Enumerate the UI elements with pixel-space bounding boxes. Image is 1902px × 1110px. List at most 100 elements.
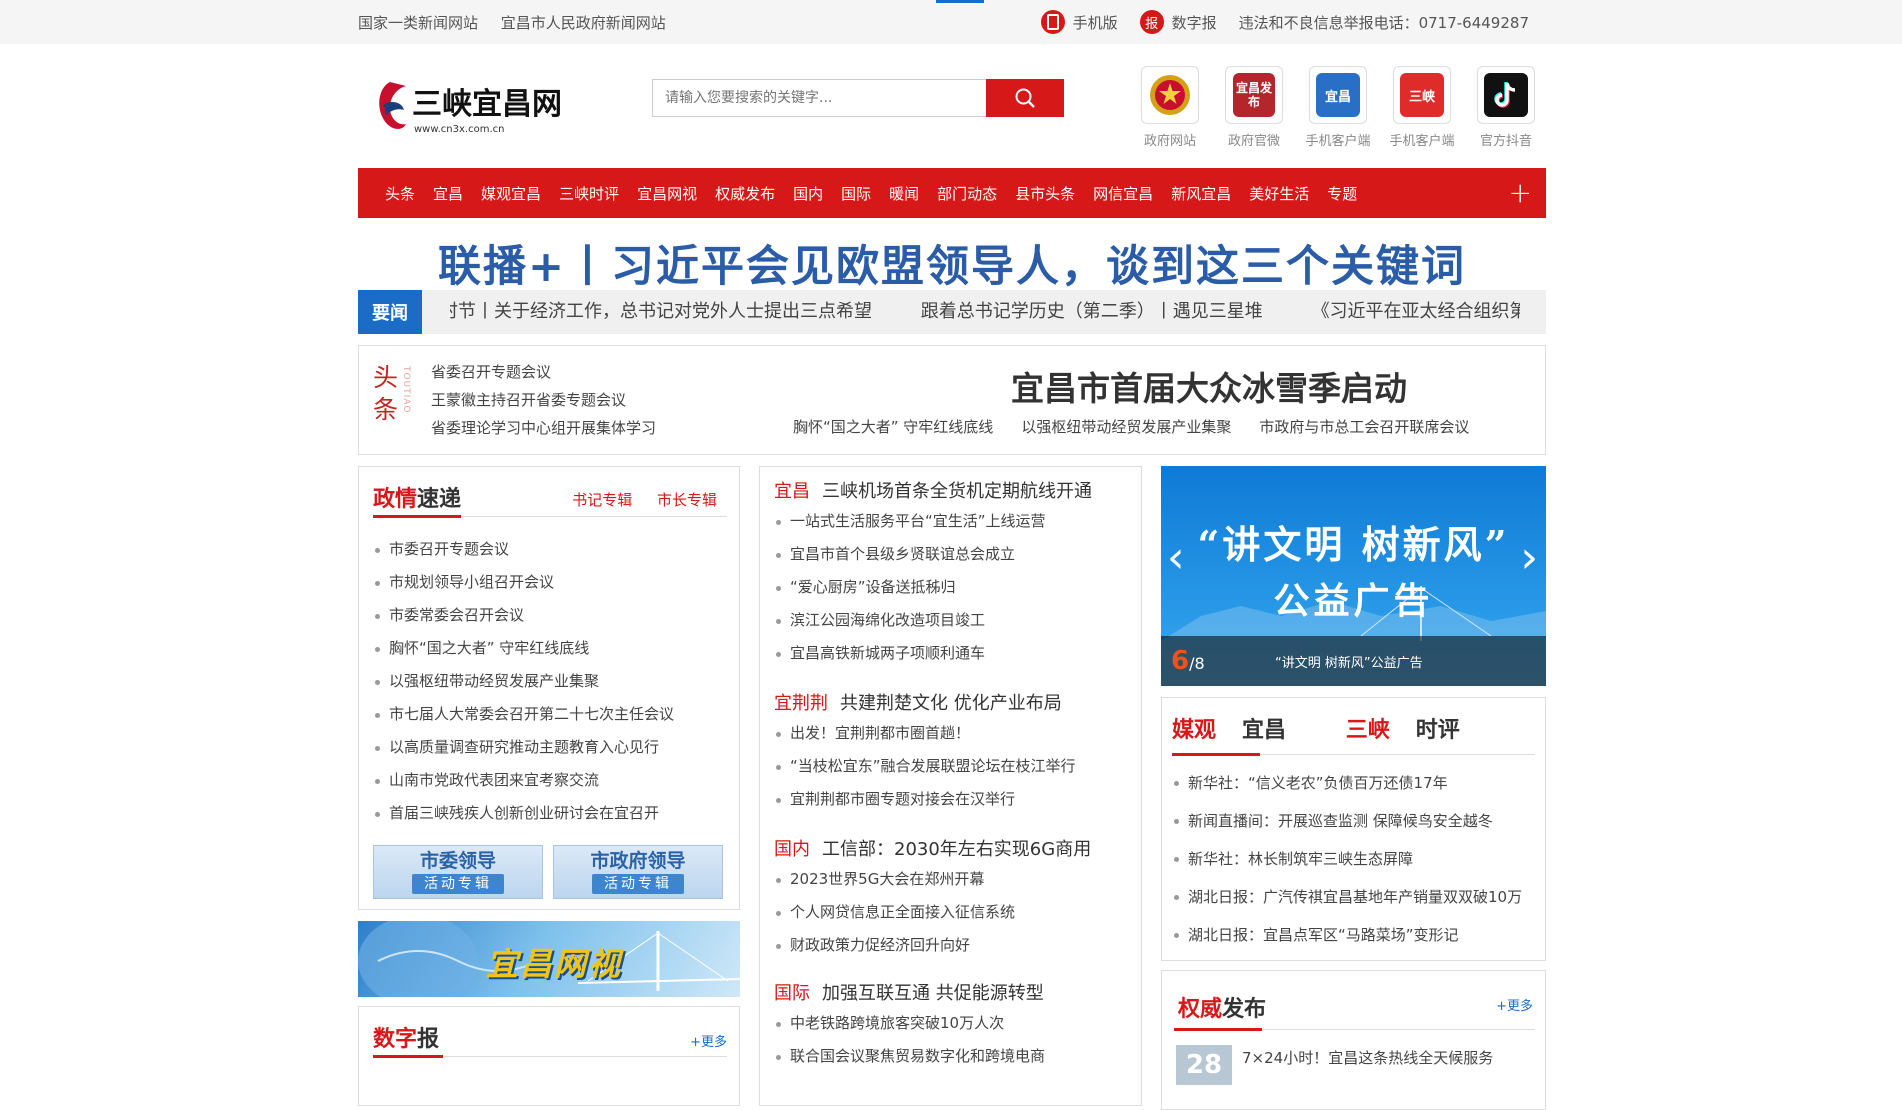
- nav-item-wangshi[interactable]: 宜昌网视: [637, 183, 697, 204]
- toutiao-list-item[interactable]: 王蒙徽主持召开省委专题会议: [431, 386, 656, 414]
- news-group-guonei: 国内 工信部：2030年左右实现6G商用 2023世界5G大会在郑州开幕 个人网贷…: [774, 837, 1128, 962]
- list-item[interactable]: 2023世界5G大会在郑州开幕: [774, 863, 1128, 896]
- list-item[interactable]: 山南市党政代表团来宜考察交流: [373, 764, 727, 797]
- leader-banner-sub: 活动专辑: [412, 874, 504, 894]
- sanxia-app-icon: 三峡: [1400, 73, 1444, 117]
- top-link-government[interactable]: 宜昌市人民政府新闻网站: [501, 14, 666, 32]
- ticker-track: 时节丨关于经济工作，总书记对党外人士提出三点希望 跟着总书记学历史（第二季）丨遇…: [450, 290, 1520, 334]
- quanwei-title[interactable]: 权威发布: [1178, 991, 1266, 1023]
- search-button[interactable]: [986, 79, 1064, 117]
- list-item[interactable]: 一站式生活服务平台“宜生活”上线运营: [774, 505, 1128, 538]
- toutiao-sub-link[interactable]: 胸怀“国之大者” 守牢红线底线: [793, 416, 993, 437]
- list-item[interactable]: 新华社：“信义老农”负债百万还债17年: [1172, 764, 1535, 802]
- app-douyin[interactable]: 官方抖音: [1464, 66, 1548, 149]
- app-client-sanxia[interactable]: 三峡 手机客户端: [1380, 66, 1464, 149]
- quanwei-more-link[interactable]: +更多: [1496, 995, 1533, 1014]
- list-item[interactable]: 市七届人大常委会召开第二十七次主任会议: [373, 698, 727, 731]
- nav-item-guonei[interactable]: 国内: [793, 183, 823, 204]
- app-douyin-tile: [1477, 66, 1535, 124]
- mayor-album-link[interactable]: 市长专辑: [657, 491, 717, 509]
- list-item[interactable]: 宜荆荆都市圈专题对接会在汉举行: [774, 783, 1128, 816]
- list-item[interactable]: 中老铁路跨境旅客突破10万人次: [774, 1007, 1128, 1040]
- ticker-item[interactable]: 《习近平在亚太经合组织第: [1312, 290, 1520, 334]
- nav-item-toutiao[interactable]: 头条: [385, 183, 415, 204]
- shuzibao-more-link[interactable]: +更多: [690, 1031, 727, 1050]
- list-item[interactable]: 市委常委会召开会议: [373, 599, 727, 632]
- list-item[interactable]: 新闻直播间：开展巡查监测 保障候鸟安全越冬: [1172, 802, 1535, 840]
- city-party-leaders-banner[interactable]: 市委领导 活动专辑: [373, 845, 543, 899]
- list-item[interactable]: 新华社：林长制筑牢三峡生态屏障: [1172, 840, 1535, 878]
- news-group-head[interactable]: 宜荆荆 共建荆楚文化 优化产业布局: [774, 691, 1128, 717]
- nav-item-nuanwen[interactable]: 暖闻: [889, 183, 919, 204]
- toutiao-list-item[interactable]: 省委理论学习中心组开展集体学习: [431, 414, 656, 442]
- toutiao-sub-link[interactable]: 以强枢纽带动经贸发展产业集聚: [1021, 416, 1231, 437]
- toutiao-list-item[interactable]: 省委召开专题会议: [431, 358, 656, 386]
- slider-next-chevron-right-icon[interactable]: ›: [1520, 532, 1538, 583]
- list-item[interactable]: 湖北日报：宜昌点军区“马路菜场”变形记: [1172, 916, 1535, 954]
- slider-prev-chevron-left-icon[interactable]: ‹: [1167, 532, 1185, 583]
- list-item[interactable]: 个人网贷信息正全面接入征信系统: [774, 896, 1128, 929]
- list-item[interactable]: 滨江公园海绵化改造项目竣工: [774, 604, 1128, 637]
- nav-expand-plus-icon[interactable]: +: [1509, 176, 1532, 209]
- phone-icon: [1040, 10, 1065, 34]
- shuzibao-title-rest: 报: [417, 1027, 440, 1052]
- nav-item-xianshi[interactable]: 县市头条: [1015, 183, 1075, 204]
- list-item[interactable]: 宜昌市首个县级乡贤联谊总会成立: [774, 538, 1128, 571]
- site-logo[interactable]: 三峡宜昌网 www.cn3x.com.cn: [376, 74, 562, 142]
- top-link-national[interactable]: 国家一类新闻网站: [358, 14, 478, 32]
- wangshi-banner[interactable]: 宜昌网视: [358, 921, 740, 997]
- toutiao-big-title[interactable]: 宜昌市首届大众冰雪季启动: [959, 362, 1459, 410]
- list-item[interactable]: 市规划领导小组召开会议: [373, 566, 727, 599]
- list-item[interactable]: 胸怀“国之大者” 守牢红线底线: [373, 632, 727, 665]
- digital-paper-label: 数字报: [1171, 13, 1217, 32]
- shuzibao-title[interactable]: 数字报: [373, 1021, 727, 1053]
- app-client-yichang[interactable]: 宜昌 手机客户端: [1296, 66, 1380, 149]
- tab-meiguan[interactable]: 媒观 宜昌: [1172, 718, 1312, 743]
- list-item[interactable]: 首届三峡残疾人创新创业研讨会在宜召开: [373, 797, 727, 830]
- news-group-head[interactable]: 宜昌 三峡机场首条全货机定期航线开通: [774, 479, 1128, 505]
- list-item[interactable]: 以强枢纽带动经贸发展产业集聚: [373, 665, 727, 698]
- zhengqing-underline: [373, 515, 461, 518]
- nav-item-xinfeng[interactable]: 新风宜昌: [1171, 183, 1231, 204]
- ticker-item[interactable]: 跟着总书记学历史（第二季）丨遇见三星堆: [921, 290, 1263, 334]
- list-item[interactable]: “当枝松宜东”融合发展联盟论坛在枝江举行: [774, 750, 1128, 783]
- list-item[interactable]: 市委召开专题会议: [373, 533, 727, 566]
- search-input[interactable]: [652, 79, 986, 117]
- toutiao-list: 省委召开专题会议 王蒙徽主持召开省委专题会议 省委理论学习中心组开展集体学习: [431, 358, 656, 442]
- tab-shiping[interactable]: 三峡 时评: [1346, 718, 1486, 743]
- list-item[interactable]: 宜昌高铁新城两子项顺利通车: [774, 637, 1128, 670]
- nav-item-guoji[interactable]: 国际: [841, 183, 871, 204]
- app-gov-weibo[interactable]: 宜昌发布 政府官微: [1212, 66, 1296, 149]
- ad-slider[interactable]: “讲文明 树新风” 公益广告 ‹ › 6/8 “讲文明 树新风”公益广告: [1161, 466, 1546, 686]
- nav-item-yichang[interactable]: 宜昌: [433, 183, 463, 204]
- nav-item-meihao[interactable]: 美好生活: [1249, 183, 1309, 204]
- nav-item-shiping[interactable]: 三峡时评: [559, 183, 619, 204]
- nav-item-meiguan[interactable]: 媒观宜昌: [481, 183, 541, 204]
- ticker-item[interactable]: 时节丨关于经济工作，总书记对党外人士提出三点希望: [450, 290, 872, 334]
- list-item[interactable]: “爱心厨房”设备送抵秭归: [774, 571, 1128, 604]
- news-group-head[interactable]: 国际 加强互联互通 共促能源转型: [774, 981, 1128, 1007]
- zhengqing-title-rest: 速递: [417, 487, 462, 512]
- toutiao-sub-link[interactable]: 市政府与市总工会召开联席会议: [1259, 416, 1469, 437]
- list-item[interactable]: 财政政策力促经济回升向好: [774, 929, 1128, 962]
- list-item[interactable]: 出发！宜荆荆都市圈首趟！: [774, 717, 1128, 750]
- news-group-head[interactable]: 国内 工信部：2030年左右实现6G商用: [774, 837, 1128, 863]
- mobile-version-link[interactable]: 手机版: [1040, 10, 1118, 34]
- digital-paper-link[interactable]: 报 数字报: [1139, 10, 1217, 34]
- zhengqing-links: 书记专辑 市长专辑: [552, 489, 717, 510]
- city-gov-leaders-banner[interactable]: 市政府领导 活动专辑: [553, 845, 723, 899]
- app-gov-site[interactable]: 政府网站: [1128, 66, 1212, 149]
- nav-item-zhuanti[interactable]: 专题: [1327, 183, 1357, 204]
- list-item[interactable]: 湖北日报：广汽传祺宜昌基地年产销量双双破10万: [1172, 878, 1535, 916]
- nav-item-bumen[interactable]: 部门动态: [937, 183, 997, 204]
- tab-meiguan-red: 媒观: [1172, 718, 1217, 743]
- list-item[interactable]: 联合国会议聚焦贸易数字化和跨境电商: [774, 1040, 1128, 1073]
- shuzibao-title-red: 数字: [373, 1027, 418, 1052]
- nav-item-quanwei[interactable]: 权威发布: [715, 183, 775, 204]
- list-item[interactable]: 以高质量调查研究推动主题教育入心见行: [373, 731, 727, 764]
- national-emblem-icon: [1150, 75, 1190, 115]
- top-headline[interactable]: 联播+丨习近平会见欧盟领导人，谈到这三个关键词: [358, 232, 1546, 294]
- quanwei-news-title[interactable]: 7×24小时！宜昌这条热线全天候服务: [1242, 1047, 1493, 1068]
- secretary-album-link[interactable]: 书记专辑: [572, 491, 632, 509]
- nav-item-wangxin[interactable]: 网信宜昌: [1093, 183, 1153, 204]
